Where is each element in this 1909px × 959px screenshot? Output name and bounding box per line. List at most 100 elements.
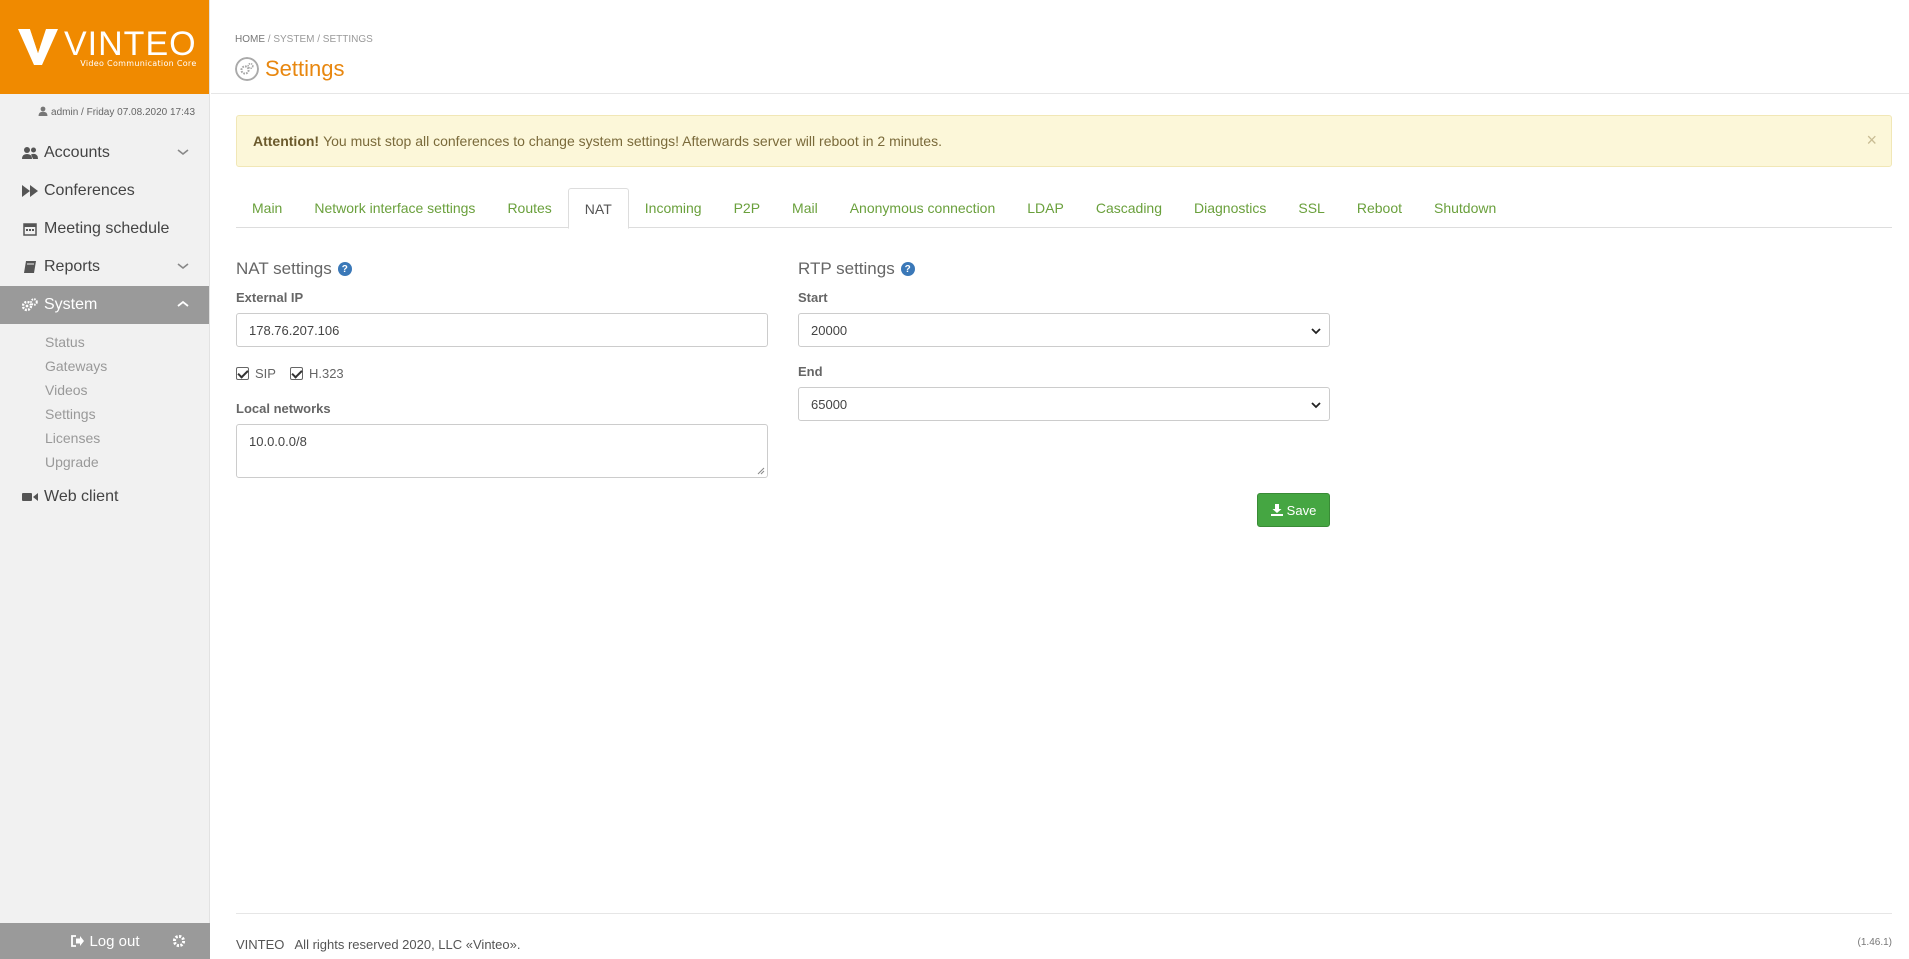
fast-forward-icon [22,183,38,199]
calendar-icon [22,221,38,237]
rtp-start-label: Start [798,290,828,305]
save-button[interactable]: Save [1257,493,1330,527]
nav-conferences-label: Conferences [44,182,135,199]
subnav-upgrade[interactable]: Upgrade [0,450,209,474]
subnav-gateways[interactable]: Gateways [0,354,209,378]
tab-reboot[interactable]: Reboot [1341,188,1418,228]
chevron-down-icon [177,263,189,270]
rtp-settings-title: RTP settings ? [798,259,915,279]
users-icon [22,145,38,161]
tab-p2p[interactable]: P2P [718,188,776,228]
tab-anonymous-connection[interactable]: Anonymous connection [834,188,1012,228]
tab-ldap[interactable]: LDAP [1011,188,1080,228]
nav-meeting-schedule[interactable]: Meeting schedule [0,210,209,248]
nav-web-client[interactable]: Web client [0,478,209,516]
h323-checkbox-item[interactable]: H.323 [289,366,344,381]
tab-routes[interactable]: Routes [491,188,567,228]
tab-ssl[interactable]: SSL [1282,188,1340,228]
subnav-videos[interactable]: Videos [0,378,209,402]
brand-tagline: Video Communication Core [80,58,197,68]
rtp-start-value: 20000 [811,322,848,338]
breadcrumb-system[interactable]: / SYSTEM [268,34,315,45]
alert-text: You must stop all conferences to change … [323,133,942,149]
sip-checkbox-item[interactable]: SIP [236,366,276,381]
settings-tabs: Main Network interface settings Routes N… [236,188,1892,229]
subnav-status[interactable]: Status [0,330,209,354]
download-icon [1270,504,1283,516]
chevron-down-icon [1311,328,1321,335]
attention-alert: Attention! You must stop all conferences… [236,115,1892,167]
page-title: Settings [235,56,345,82]
sidebar: VINTEO Video Communication Core admin / … [0,0,210,959]
local-networks-value: 10.0.0.0/8 [249,434,307,449]
user-status: admin / Friday 07.08.2020 17:43 [0,106,209,126]
tab-incoming[interactable]: Incoming [629,188,718,228]
page-header: HOME / SYSTEM / SETTINGS Settings [211,0,1909,94]
footer-copyright: VINTEO All rights reserved 2020, LLC «Vi… [236,937,521,952]
system-subnav: Status Gateways Videos Settings Licenses… [0,324,209,478]
rtp-settings-title-text: RTP settings [798,259,895,278]
nav-meeting-schedule-label: Meeting schedule [44,220,170,237]
resize-grip-icon[interactable] [757,467,765,475]
tab-main[interactable]: Main [236,188,298,228]
alert-close-icon[interactable]: × [1866,130,1877,151]
user-status-text: admin / Friday 07.08.2020 17:43 [51,107,195,118]
tab-network-interface-settings[interactable]: Network interface settings [298,188,491,228]
external-ip-value: 178.76.207.106 [249,322,340,338]
nat-settings-title: NAT settings ? [236,259,352,279]
breadcrumb-home[interactable]: HOME [235,34,265,45]
h323-checkbox[interactable] [289,367,303,380]
tab-diagnostics[interactable]: Diagnostics [1178,188,1282,228]
rtp-start-select[interactable]: 20000 [798,313,1330,347]
nav-system[interactable]: System [0,286,209,324]
logout-label: Log out [89,932,140,950]
nav-conferences[interactable]: Conferences [0,172,209,210]
nav-web-client-label: Web client [44,488,119,505]
sign-out-icon [71,935,85,947]
page-title-text: Settings [265,56,345,81]
nav-reports-label: Reports [44,258,101,275]
footer-divider [236,913,1892,914]
h323-label: H.323 [308,366,344,381]
chevron-down-icon [1311,402,1321,409]
gears-icon [22,297,38,313]
vinteo-logo-icon [18,29,58,65]
subnav-settings[interactable]: Settings [0,402,209,426]
chevron-up-icon [177,300,189,307]
video-camera-icon [22,489,38,505]
brand-name: VINTEO [64,24,197,63]
tab-nat[interactable]: NAT [567,188,629,229]
tab-mail[interactable]: Mail [776,188,834,228]
logout-button[interactable]: Log out [0,923,210,959]
rtp-end-select[interactable]: 65000 [798,387,1330,421]
alert-strong: Attention! [253,133,320,149]
brand-logo[interactable]: VINTEO Video Communication Core [0,0,209,94]
nav-system-label: System [44,296,98,313]
user-icon [38,106,48,116]
external-ip-input[interactable]: 178.76.207.106 [236,313,768,347]
settings-title-icon [235,57,259,81]
external-ip-label: External IP [236,290,304,305]
breadcrumb-settings: / SETTINGS [317,34,373,45]
protocol-checkboxes: SIP H.323 [236,366,358,381]
book-icon [22,259,38,275]
footer-version: (1.46.1) [1857,937,1892,948]
nat-settings-title-text: NAT settings [236,259,332,278]
tab-shutdown[interactable]: Shutdown [1418,188,1512,228]
nav-accounts[interactable]: Accounts [0,134,209,172]
sip-checkbox[interactable] [236,367,249,380]
nav-reports[interactable]: Reports [0,248,209,286]
rtp-end-label: End [798,364,823,379]
breadcrumb: HOME / SYSTEM / SETTINGS [235,34,373,45]
subnav-licenses[interactable]: Licenses [0,426,209,450]
chevron-down-icon [177,149,189,156]
tab-cascading[interactable]: Cascading [1080,188,1178,228]
local-networks-textarea[interactable]: 10.0.0.0/8 [236,424,768,478]
gear-icon[interactable] [172,934,186,948]
question-circle-icon[interactable]: ? [337,262,352,276]
nav-accounts-label: Accounts [44,144,110,161]
question-circle-icon[interactable]: ? [900,262,915,276]
save-label: Save [1286,502,1317,518]
rtp-end-value: 65000 [811,396,848,412]
sip-label: SIP [255,366,276,381]
